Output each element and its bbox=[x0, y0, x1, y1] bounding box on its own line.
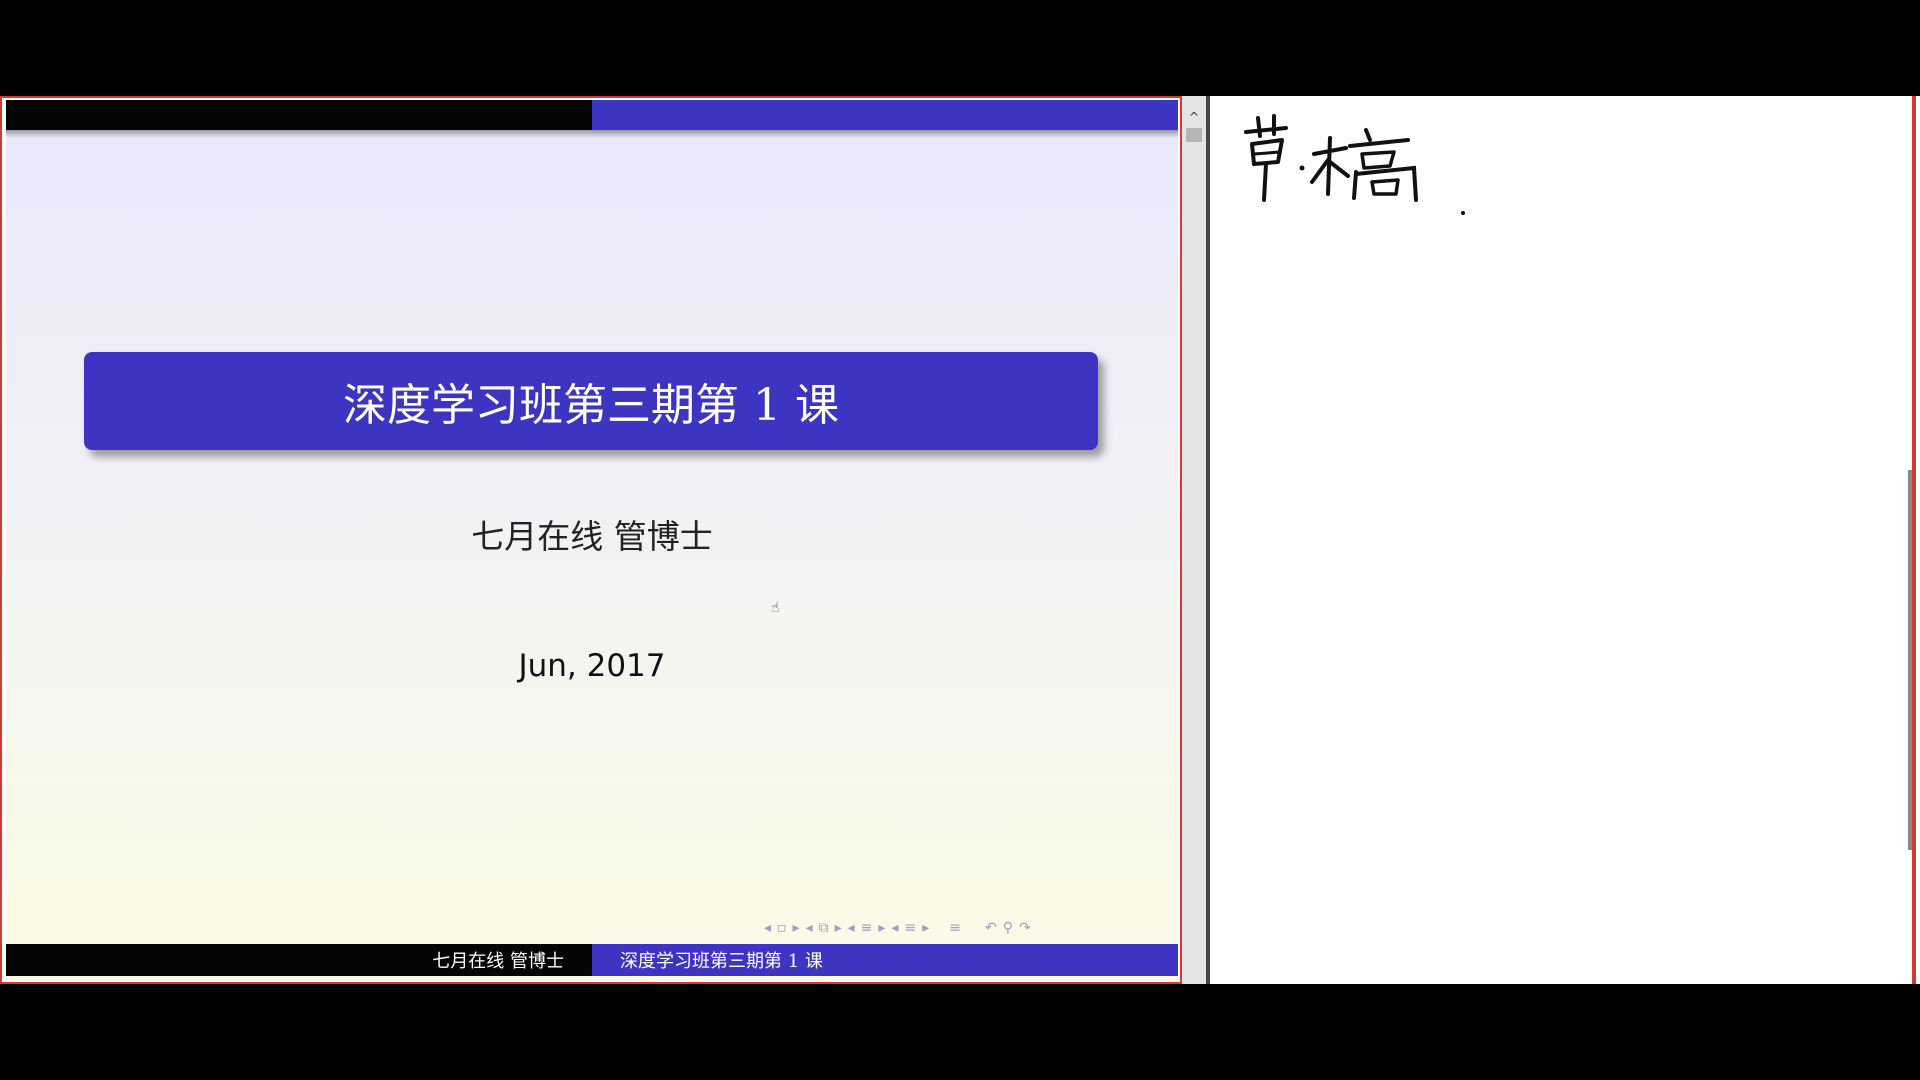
nav-forward-icon[interactable]: ↷ bbox=[1019, 920, 1031, 936]
header-bar-left bbox=[6, 100, 592, 130]
notes-canvas[interactable] bbox=[1206, 96, 1920, 984]
slide-date: Jun, 2017 bbox=[518, 648, 666, 684]
nav-part-icon[interactable]: ≡ bbox=[904, 920, 916, 936]
slide-title: 深度学习班第三期第 1 课 bbox=[84, 352, 1098, 450]
footer-title: 深度学习班第三期第 1 课 bbox=[592, 944, 1178, 976]
nav-prev-part-icon[interactable]: ◂ bbox=[891, 920, 898, 936]
slide-author: 七月在线 管博士 bbox=[471, 517, 713, 556]
nav-next-part-icon[interactable]: ▸ bbox=[922, 920, 929, 936]
slide-title-text: 深度学习班第三期第 1 课 bbox=[343, 380, 839, 431]
notes-scrollbar[interactable] bbox=[1908, 470, 1912, 850]
nav-prev-section-icon[interactable]: ◂ bbox=[848, 920, 855, 936]
nav-next-section-icon[interactable]: ▸ bbox=[878, 920, 885, 936]
nav-prev-subsection-icon[interactable]: ◂ bbox=[806, 920, 813, 936]
nav-back-icon[interactable]: ↶ bbox=[985, 920, 997, 936]
scroll-thumb[interactable] bbox=[1186, 128, 1202, 142]
vertical-scrollbar[interactable]: ^ bbox=[1182, 96, 1206, 984]
handwritten-draft-note bbox=[1244, 114, 1465, 215]
scroll-up-icon[interactable]: ^ bbox=[1185, 110, 1203, 126]
nav-subsection-icon[interactable]: ⧉ bbox=[819, 920, 829, 936]
mouse-cursor-icon: ☝ bbox=[771, 600, 780, 616]
presentation-slide: 深度学习班第三期第 1 课 七月在线 管博士 Jun, 2017 ☝ ◂ ▫ ▸… bbox=[6, 100, 1178, 980]
beamer-navigation[interactable]: ◂ ▫ ▸ ◂ ⧉ ▸ ◂ ≡ ▸ ◂ ≡ ▸ ≡ ↶ ⚲ ↷ bbox=[764, 918, 1031, 938]
notes-window-border bbox=[1912, 96, 1916, 984]
nav-frame-icon[interactable]: ▫ bbox=[777, 920, 787, 936]
nav-search-icon[interactable]: ⚲ bbox=[1003, 920, 1013, 936]
header-bar-right bbox=[592, 100, 1178, 130]
nav-prev-frame-icon[interactable]: ◂ bbox=[764, 920, 771, 936]
footer-title-text: 深度学习班第三期第 1 课 bbox=[620, 951, 823, 972]
footer-author-text: 七月在线 管博士 bbox=[432, 951, 564, 972]
nav-next-subsection-icon[interactable]: ▸ bbox=[835, 920, 842, 936]
header-shadow bbox=[6, 130, 1178, 138]
nav-section-icon[interactable]: ≡ bbox=[861, 920, 873, 936]
footer-author: 七月在线 管博士 bbox=[6, 944, 592, 976]
nav-next-frame-icon[interactable]: ▸ bbox=[793, 920, 800, 936]
slide-window: 深度学习班第三期第 1 课 七月在线 管博士 Jun, 2017 ☝ ◂ ▫ ▸… bbox=[0, 96, 1182, 984]
nav-toc-icon[interactable]: ≡ bbox=[949, 920, 961, 936]
